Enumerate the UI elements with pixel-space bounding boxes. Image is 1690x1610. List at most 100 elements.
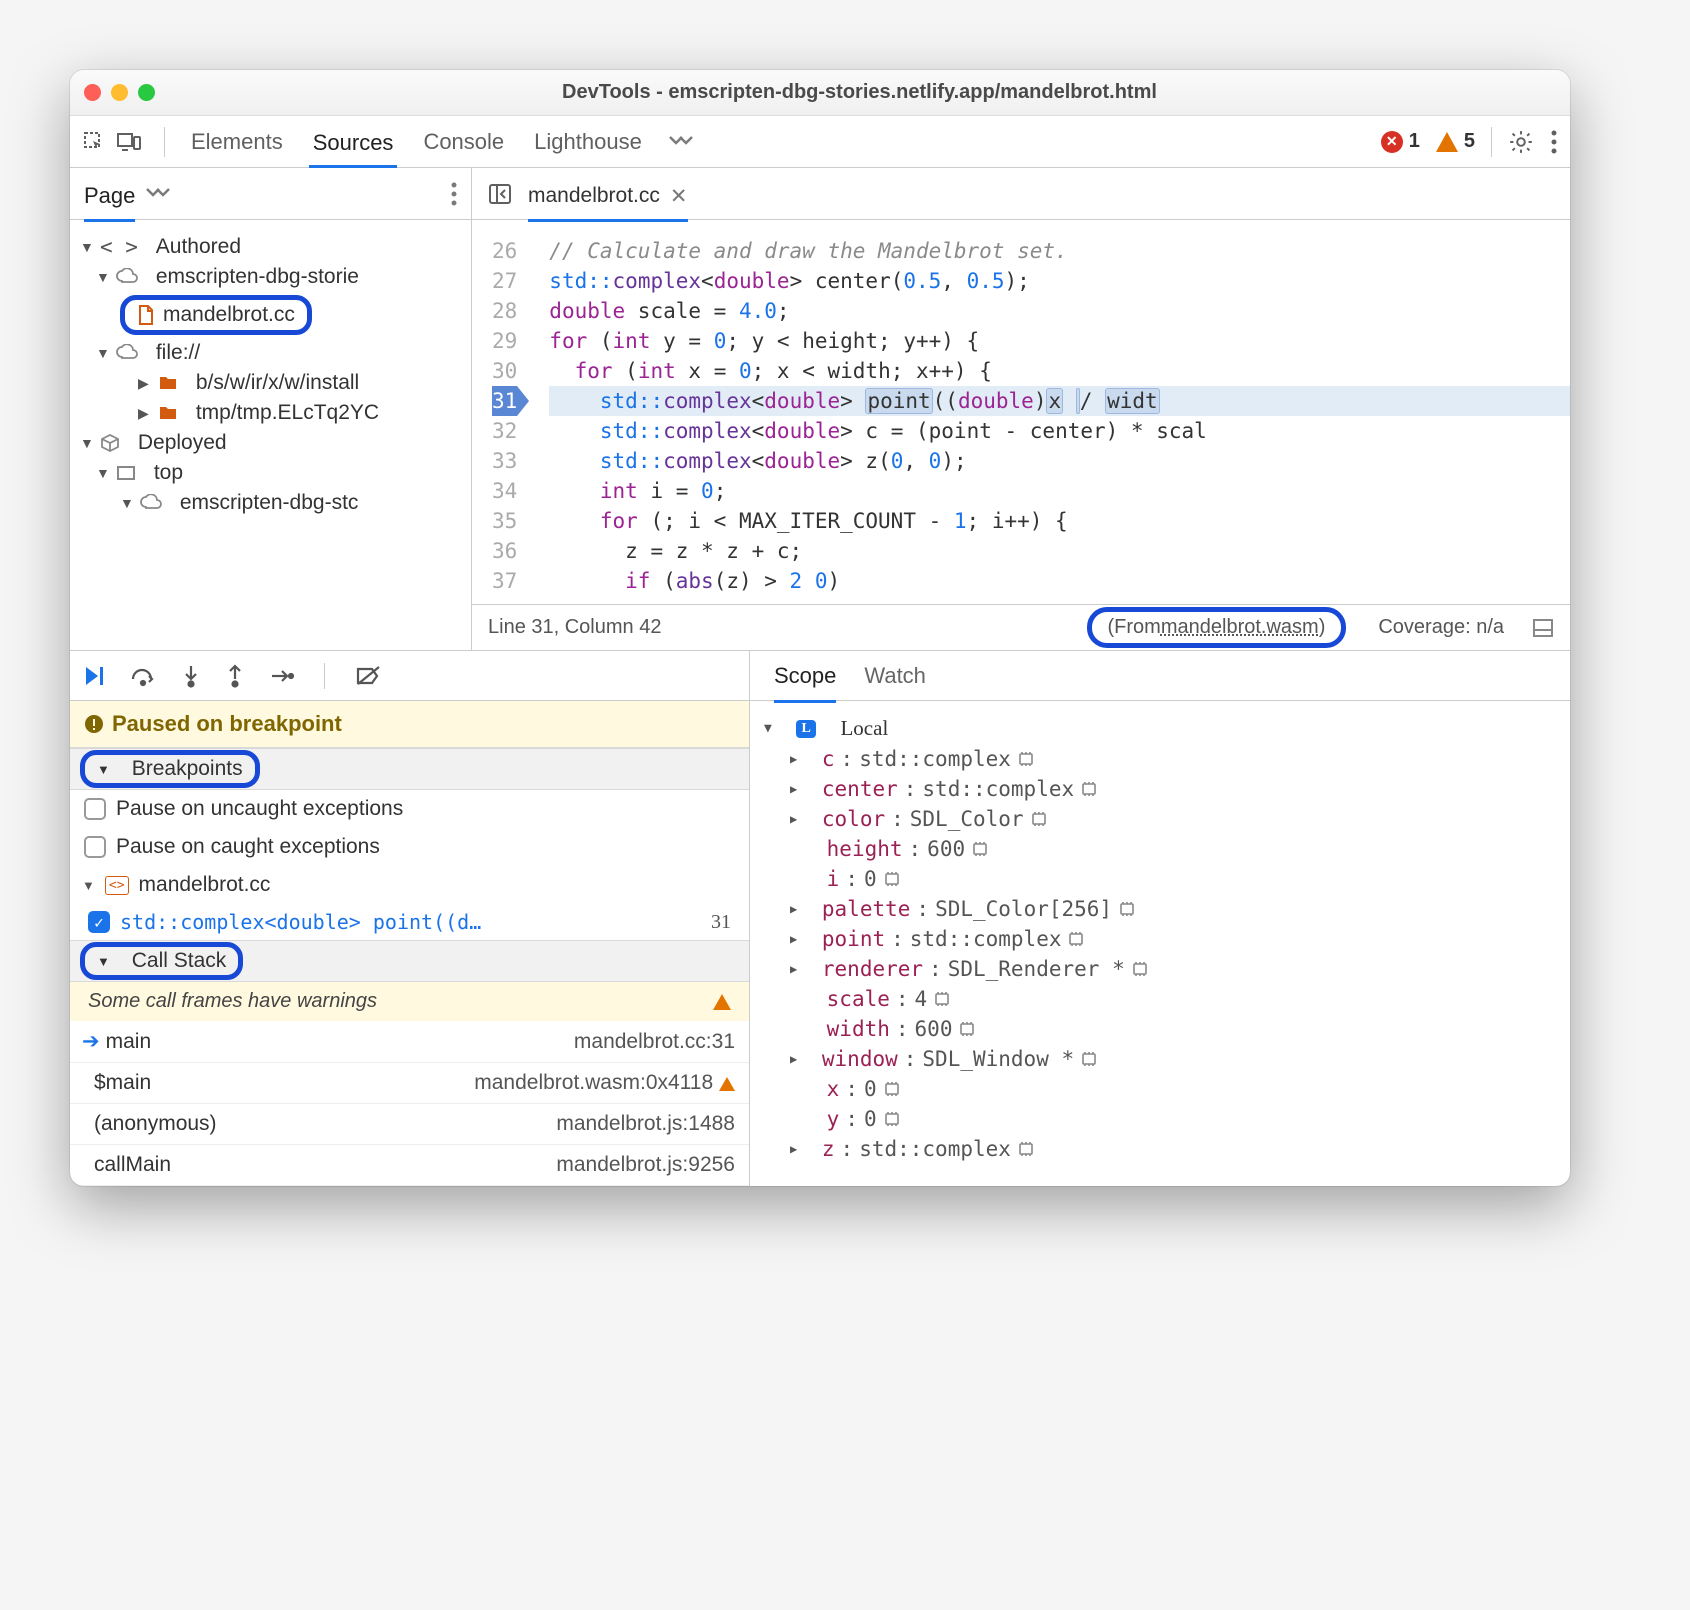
cursor-position: Line 31, Column 42 <box>488 616 661 639</box>
pause-caught-checkbox[interactable]: Pause on caught exceptions <box>70 828 749 866</box>
scope-variable[interactable]: ▶ window: SDL_Window * <box>760 1044 1560 1074</box>
scope-variable[interactable]: ▶ renderer: SDL_Renderer * <box>760 954 1560 984</box>
stack-frame[interactable]: ➔mainmandelbrot.cc:31 <box>70 1021 749 1063</box>
navigator-header: Page <box>70 168 472 219</box>
warning-count-badge[interactable]: 5 <box>1436 130 1475 153</box>
file-tab-label: mandelbrot.cc <box>528 184 660 208</box>
tree-path-2[interactable]: ▶ tmp/tmp.ELcTq2YC <box>78 398 463 428</box>
minimize-icon[interactable] <box>111 84 128 101</box>
scope-variable[interactable]: height: 600 <box>760 834 1560 864</box>
scope-variable[interactable]: ▶ point: std::complex <box>760 924 1560 954</box>
scope-variable[interactable]: ▶ c: std::complex <box>760 744 1560 774</box>
close-tab-icon[interactable]: ✕ <box>670 184 688 209</box>
error-count: 1 <box>1409 130 1420 153</box>
memory-icon[interactable] <box>1030 811 1048 827</box>
tab-elements[interactable]: Elements <box>187 129 287 155</box>
scope-body: ▼ L Local ▶ c: std::complex▶ center: std… <box>750 701 1570 1176</box>
scope-local[interactable]: ▼ L Local <box>760 713 1560 744</box>
tree-file-scheme[interactable]: ▼ file:// <box>78 338 463 368</box>
inspect-icon[interactable] <box>82 130 106 154</box>
tree-file-mandelbrot[interactable]: mandelbrot.cc <box>78 292 463 338</box>
more-icon[interactable] <box>1550 129 1558 155</box>
step-out-icon[interactable] <box>226 664 244 688</box>
workspace: ▼< > Authored ▼ emscripten-dbg-storie ma… <box>70 220 1570 650</box>
memory-icon[interactable] <box>883 871 901 887</box>
breakpoint-file[interactable]: ▼<>mandelbrot.cc <box>70 866 749 904</box>
tree-authored[interactable]: ▼< > Authored <box>78 232 463 262</box>
scope-panel: Scope Watch ▼ L Local ▶ c: std::complex▶… <box>750 651 1570 1186</box>
scope-variable[interactable]: y: 0 <box>760 1104 1560 1134</box>
memory-icon[interactable] <box>1067 931 1085 947</box>
error-count-badge[interactable]: ✕ 1 <box>1381 130 1420 153</box>
window-title: DevTools - emscripten-dbg-stories.netlif… <box>163 81 1556 104</box>
deactivate-breakpoints-icon[interactable] <box>355 665 383 687</box>
resume-icon[interactable] <box>84 665 104 687</box>
scope-tabs: Scope Watch <box>750 651 1570 701</box>
page-tab[interactable]: Page <box>84 183 135 222</box>
memory-icon[interactable] <box>958 1021 976 1037</box>
watch-tab[interactable]: Watch <box>864 663 926 689</box>
editor-tabs: mandelbrot.cc ✕ <box>472 168 1570 219</box>
file-tree: ▼< > Authored ▼ emscripten-dbg-storie ma… <box>70 220 472 650</box>
debugger-toolbar <box>70 651 749 701</box>
editor-statusbar: Line 31, Column 42 (From mandelbrot.wasm… <box>472 604 1570 650</box>
memory-icon[interactable] <box>1080 781 1098 797</box>
scope-variable[interactable]: scale: 4 <box>760 984 1560 1014</box>
source-from-link[interactable]: (From mandelbrot.wasm) <box>1087 607 1347 648</box>
memory-icon[interactable] <box>883 1081 901 1097</box>
pause-uncaught-checkbox[interactable]: Pause on uncaught exceptions <box>70 790 749 828</box>
debugger-left: Paused on breakpoint ▼ Breakpoints Pause… <box>70 651 750 1186</box>
step-icon[interactable] <box>270 666 294 686</box>
scope-variable[interactable]: ▶ z: std::complex <box>760 1134 1560 1164</box>
memory-icon[interactable] <box>933 991 951 1007</box>
memory-icon[interactable] <box>1017 751 1035 767</box>
memory-icon[interactable] <box>1017 1141 1035 1157</box>
callstack-warning: Some call frames have warnings <box>70 982 749 1021</box>
zoom-icon[interactable] <box>138 84 155 101</box>
scope-variable[interactable]: ▶ palette: SDL_Color[256] <box>760 894 1560 924</box>
breakpoint-item[interactable]: ✓std::complex<double> point((d…31 <box>70 904 749 940</box>
debugger-pane: Paused on breakpoint ▼ Breakpoints Pause… <box>70 650 1570 1186</box>
stack-frame[interactable]: callMainmandelbrot.js:9256 <box>70 1145 749 1186</box>
memory-icon[interactable] <box>1118 901 1136 917</box>
device-icon[interactable] <box>116 131 142 153</box>
step-into-icon[interactable] <box>182 664 200 688</box>
scope-variable[interactable]: width: 600 <box>760 1014 1560 1044</box>
memory-icon[interactable] <box>883 1111 901 1127</box>
warning-icon <box>713 994 731 1010</box>
tab-lighthouse[interactable]: Lighthouse <box>530 129 646 155</box>
code-lines[interactable]: // Calculate and draw the Mandelbrot set… <box>527 220 1570 604</box>
scope-variable[interactable]: ▶ center: std::complex <box>760 774 1560 804</box>
line-gutter[interactable]: 262728293031323334353637 <box>472 220 527 604</box>
coverage-status: Coverage: n/a <box>1378 616 1504 639</box>
tab-sources[interactable]: Sources <box>309 130 398 168</box>
memory-icon[interactable] <box>1131 961 1149 977</box>
tab-console[interactable]: Console <box>419 129 508 155</box>
callstack-header[interactable]: ▼ Call Stack <box>70 940 749 982</box>
scope-variable[interactable]: ▶ color: SDL_Color <box>760 804 1560 834</box>
memory-icon[interactable] <box>1080 1051 1098 1067</box>
more-tabs-icon[interactable] <box>668 133 694 151</box>
close-icon[interactable] <box>84 84 101 101</box>
memory-icon[interactable] <box>971 841 989 857</box>
navigator-more-icon[interactable] <box>451 182 457 206</box>
warning-icon <box>1436 132 1458 152</box>
tree-path-1[interactable]: ▶ b/s/w/ir/x/w/install <box>78 368 463 398</box>
stack-frame[interactable]: (anonymous)mandelbrot.js:1488 <box>70 1104 749 1145</box>
show-drawer-icon[interactable] <box>1532 618 1554 638</box>
toggle-navigator-icon[interactable] <box>488 183 512 205</box>
tree-deployed-origin[interactable]: ▼ emscripten-dbg-stc <box>78 488 463 518</box>
breakpoints-header[interactable]: ▼ Breakpoints <box>70 748 749 790</box>
tree-origin[interactable]: ▼ emscripten-dbg-storie <box>78 262 463 292</box>
scope-tab[interactable]: Scope <box>774 663 836 703</box>
more-navigator-icon[interactable] <box>145 185 171 203</box>
step-over-icon[interactable] <box>130 665 156 687</box>
scope-variable[interactable]: i: 0 <box>760 864 1560 894</box>
file-tab-mandelbrot[interactable]: mandelbrot.cc ✕ <box>528 184 688 222</box>
tree-deployed[interactable]: ▼ Deployed <box>78 428 463 458</box>
settings-icon[interactable] <box>1508 129 1534 155</box>
stack-frame[interactable]: $mainmandelbrot.wasm:0x4118 <box>70 1063 749 1104</box>
tree-top[interactable]: ▼ top <box>78 458 463 488</box>
pause-message: Paused on breakpoint <box>70 701 749 748</box>
scope-variable[interactable]: x: 0 <box>760 1074 1560 1104</box>
